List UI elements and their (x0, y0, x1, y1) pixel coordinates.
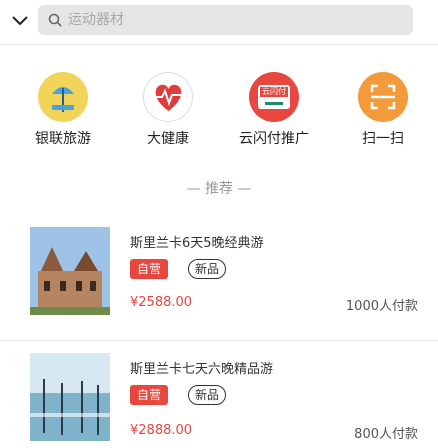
unionpay-card-icon: 云闪付 (249, 72, 299, 122)
product-sales-count: 1000人付款 (345, 299, 418, 314)
search-input[interactable] (68, 8, 398, 32)
quick-link-health[interactable]: 大健康 (123, 72, 213, 148)
quick-link-label: 云闪付推广 (239, 131, 309, 147)
chevron-down-icon[interactable] (10, 10, 30, 30)
scan-icon (358, 72, 408, 122)
product-price: ¥2588.00 (130, 295, 193, 310)
product-image (30, 227, 110, 315)
product-card[interactable]: 斯里兰卡七天六晚精品游 自营 新品 ¥2888.00 800人付款 (0, 341, 438, 448)
top-bar (0, 0, 438, 44)
quick-link-scan[interactable]: 扫一扫 (338, 72, 428, 148)
quick-link-quickpass-promo[interactable]: 云闪付 云闪付推广 (229, 72, 319, 148)
product-sales-count: 800人付款 (354, 427, 418, 442)
product-image (30, 353, 110, 441)
product-price: ¥2888.00 (130, 423, 193, 438)
product-title: 斯里兰卡七天六晚精品游 (130, 362, 274, 377)
heartbeat-icon (143, 72, 193, 122)
product-title: 斯里兰卡6天5晚经典游 (130, 236, 264, 251)
card-badge-text: 云闪付 (262, 87, 286, 96)
quick-link-label: 扫一扫 (362, 131, 404, 147)
umbrella-beach-icon (38, 72, 88, 122)
section-title-recommend: — 推荐 — (186, 181, 252, 197)
tag-new-product: 新品 (188, 259, 226, 279)
tag-self-operated: 自营 (130, 385, 168, 405)
header-divider (0, 44, 438, 45)
search-bar[interactable] (38, 5, 413, 35)
product-card[interactable]: 斯里兰卡6天5晚经典游 自营 新品 ¥2588.00 1000人付款 (0, 215, 438, 343)
quick-link-label: 大健康 (147, 131, 189, 147)
quick-link-label: 银联旅游 (35, 131, 91, 147)
search-icon (48, 13, 62, 27)
quick-link-unionpay-travel[interactable]: 银联旅游 (18, 72, 108, 148)
tag-new-product: 新品 (188, 385, 226, 405)
tag-self-operated: 自营 (130, 259, 168, 279)
